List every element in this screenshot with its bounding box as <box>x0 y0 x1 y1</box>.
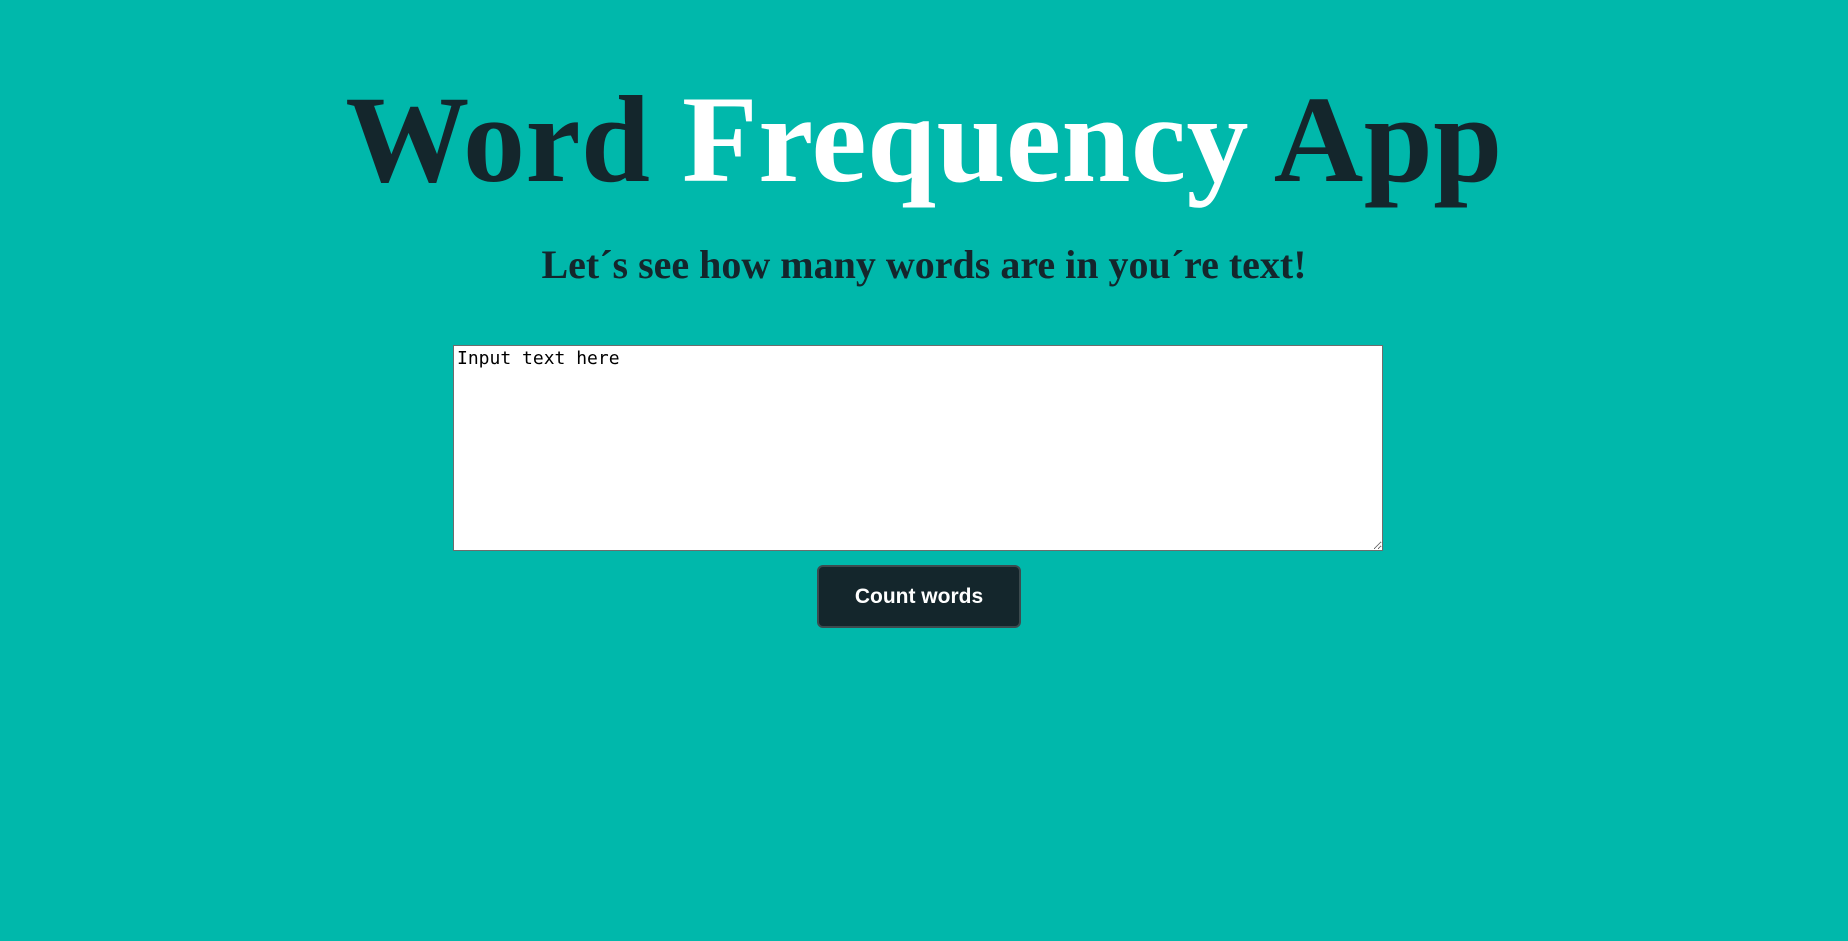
title-word-1: Word <box>345 71 651 208</box>
app-container: Word Frequency App Let´s see how many wo… <box>0 0 1848 941</box>
title-word-3: App <box>1273 71 1503 208</box>
title-word-2: Frequency <box>681 71 1250 208</box>
count-words-button[interactable]: Count words <box>817 565 1021 628</box>
page-subtitle: Let´s see how many words are in you´re t… <box>541 242 1307 287</box>
page-title: Word Frequency App <box>0 70 1848 210</box>
text-input-area[interactable] <box>453 345 1383 551</box>
